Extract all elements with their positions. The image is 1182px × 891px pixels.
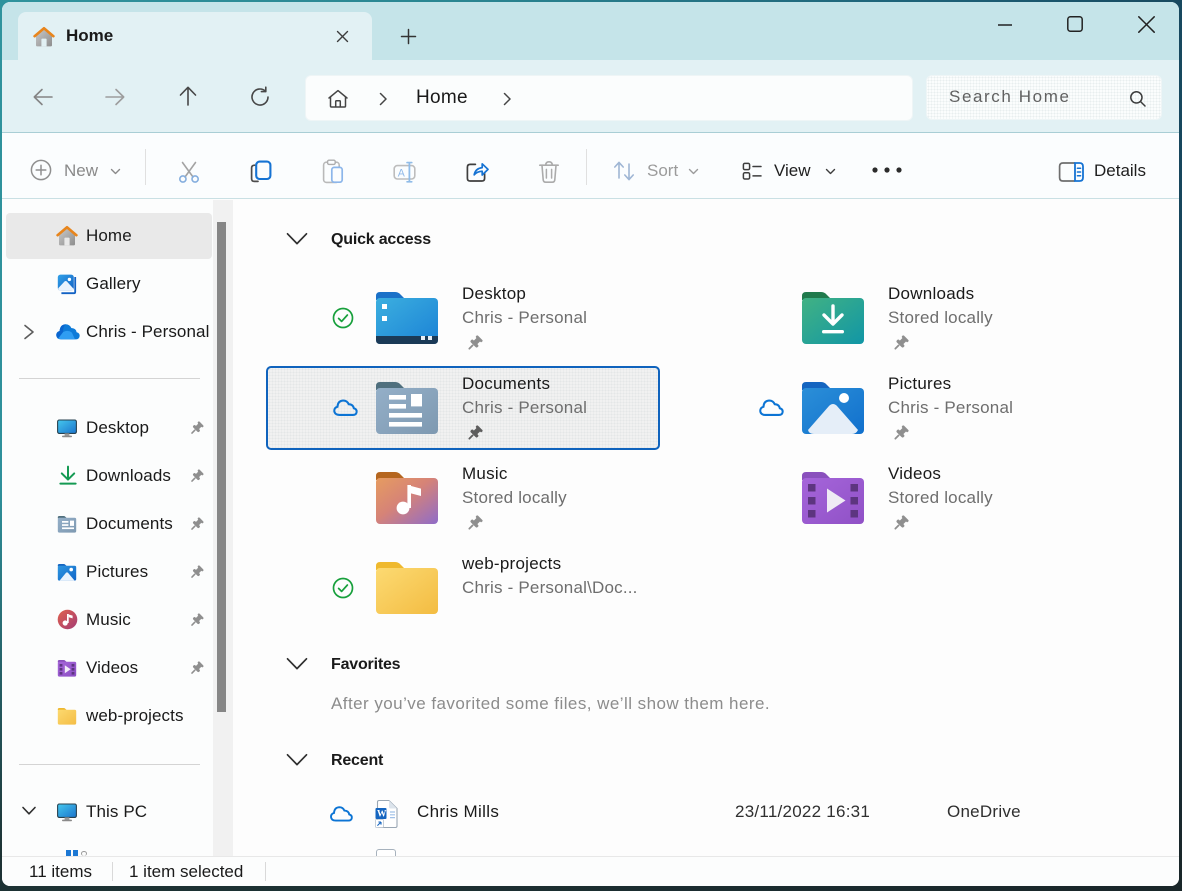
svg-text:W: W <box>377 810 387 820</box>
svg-text:A: A <box>398 167 406 179</box>
